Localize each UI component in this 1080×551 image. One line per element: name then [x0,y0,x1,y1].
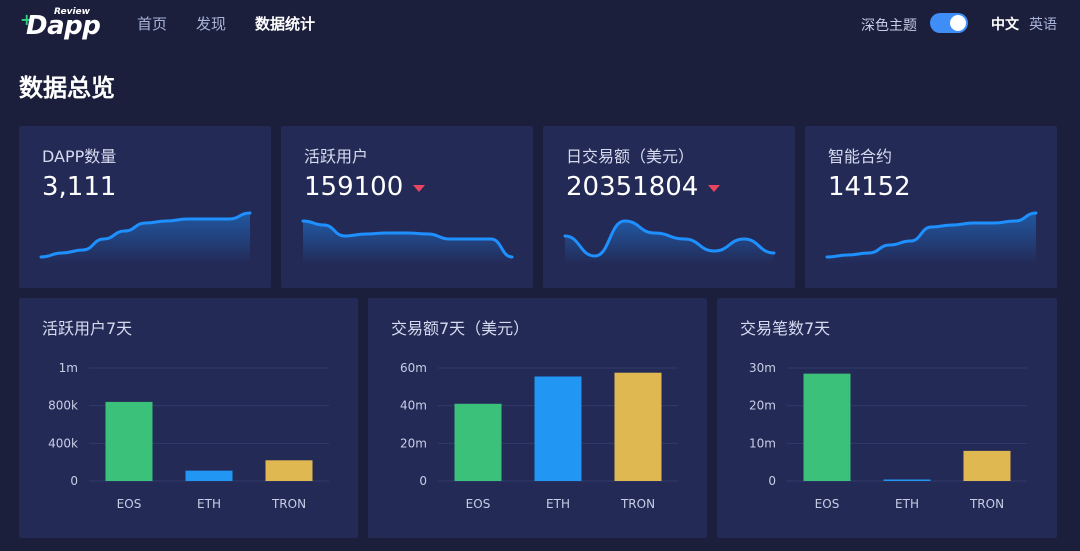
y-tick-label: 0 [419,474,427,488]
bar-chart: 0 10m 20m 30m EOS ETH TRON [749,361,1027,511]
bar-eos [454,403,502,481]
bar-chart: 0 400k 800k 1m EOS ETH TRON [48,361,329,511]
chart-title: 交易笔数7天 [740,319,831,338]
y-tick-label: 10m [749,436,776,450]
bar-chart: 0 20m 40m 60m EOS ETH TRON [400,361,678,511]
top-header: + Dapp Review 首页 发现 数据统计 深色主题 中文 英语 [0,0,1080,50]
bar-tron [614,372,662,481]
y-tick-label: 20m [749,399,776,413]
stat-value-text: 20351804 [566,172,699,202]
dark-theme-label: 深色主题 [861,18,917,34]
stat-card-dapp-count: DAPP数量 3,111 [19,126,271,288]
stat-value: 14152 [828,171,911,203]
stat-card-active-users: 活跃用户 159100 [281,126,533,288]
chart-title: 交易额7天（美元） [391,319,530,338]
language-english-button[interactable]: 英语 [1029,15,1057,35]
sparkline-area [565,221,774,264]
sparkline-chart [563,219,776,264]
x-tick-label: ETH [546,497,570,511]
stat-label: 智能合约 [828,147,893,166]
chart-title: 活跃用户7天 [42,319,133,338]
sparkline-chart [825,211,1038,264]
stat-label: 活跃用户 [304,147,369,166]
dark-theme-toggle[interactable] [930,13,968,33]
y-tick-label: 400k [48,436,78,450]
stat-value-text: 14152 [828,172,911,202]
chart-card-tx-count-7d: 交易笔数7天 0 10m 20m 30m EOS ETH TRON [717,298,1057,538]
main-nav: 首页 发现 数据统计 [137,14,344,34]
nav-item-home[interactable]: 首页 [137,14,167,34]
bar-eth [185,470,233,481]
bar-eos [105,401,153,481]
y-tick-label: 20m [400,436,427,450]
x-tick-label: ETH [197,497,221,511]
y-tick-label: 0 [70,474,78,488]
y-tick-label: 60m [400,361,427,375]
y-tick-label: 30m [749,361,776,375]
x-tick-label: EOS [117,497,142,511]
sparkline-chart [39,211,252,264]
logo-sub-text: Review [54,7,90,17]
trend-down-icon [708,184,721,192]
x-tick-label: ETH [895,497,919,511]
stat-card-daily-volume: 日交易额（美元） 20351804 [543,126,795,288]
page-title: 数据总览 [19,74,115,102]
bar-eos [803,373,851,481]
y-tick-label: 0 [768,474,776,488]
nav-item-discover[interactable]: 发现 [196,14,226,34]
x-tick-label: TRON [969,497,1004,511]
bar-tron [265,460,313,481]
toggle-knob [950,15,966,31]
stat-value: 20351804 [566,171,721,203]
trend-down-icon [413,184,426,192]
sparkline-chart [301,219,514,264]
y-tick-label: 1m [59,361,78,375]
y-tick-label: 40m [400,399,427,413]
stat-value: 159100 [304,171,426,203]
stat-value-text: 3,111 [42,172,117,202]
stat-value: 3,111 [42,171,116,203]
stat-label: DAPP数量 [42,147,117,166]
stat-value-text: 159100 [304,172,404,202]
bar-eth [883,479,931,481]
nav-item-statistics[interactable]: 数据统计 [255,14,315,34]
x-tick-label: TRON [271,497,306,511]
x-tick-label: TRON [620,497,655,511]
x-tick-label: EOS [466,497,491,511]
chart-card-active-users-7d: 活跃用户7天 0 400k 800k 1m EOS ETH TRON [19,298,358,538]
dapp-review-logo[interactable]: + Dapp Review [20,6,101,42]
y-tick-label: 800k [48,399,78,413]
stat-label: 日交易额（美元） [566,147,695,166]
bar-eth [534,376,582,481]
bar-tron [963,450,1011,481]
chart-card-volume-7d: 交易额7天（美元） 0 20m 40m 60m EOS ETH TRON [368,298,707,538]
x-tick-label: EOS [815,497,840,511]
stat-card-smart-contracts: 智能合约 14152 [805,126,1057,288]
sparkline-area [303,221,512,264]
sparkline-area [41,213,250,264]
language-chinese-button[interactable]: 中文 [991,15,1019,35]
